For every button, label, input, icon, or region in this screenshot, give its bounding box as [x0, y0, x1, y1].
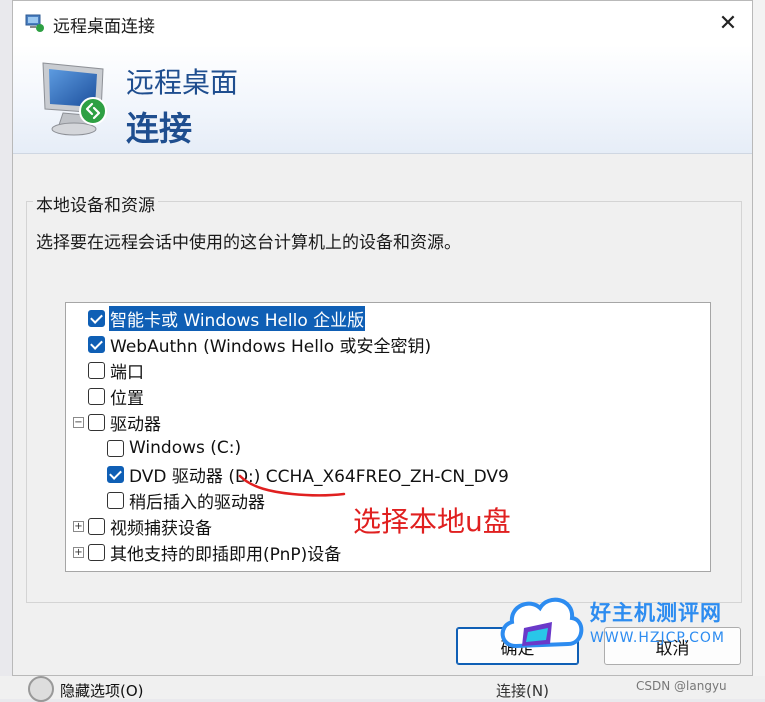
tree-item-label: Windows (C:)	[129, 438, 242, 458]
close-button[interactable]: ✕	[711, 7, 745, 39]
tree-item-label: 驱动器	[110, 414, 161, 435]
tree-item-video-capture[interactable]: 视频捕获设备	[88, 513, 213, 539]
watermark-url: WWW.HZJCP.COM	[590, 630, 725, 646]
window-title: 远程桌面连接	[53, 17, 155, 37]
checkbox-unchecked[interactable]	[107, 439, 124, 457]
background-window-edge	[753, 0, 765, 699]
tree-item-label: WebAuthn (Windows Hello 或安全密钥)	[110, 336, 432, 357]
tree-item-drives[interactable]: 驱动器	[88, 409, 162, 435]
tree-item-drive-c[interactable]: Windows (C:)	[107, 435, 242, 461]
checkbox-unchecked[interactable]	[88, 387, 105, 405]
checkbox-checked[interactable]	[107, 465, 124, 483]
tree-item-smartcard[interactable]: 智能卡或 Windows Hello 企业版	[88, 305, 366, 331]
credit-watermark: CSDN @langyu	[636, 679, 727, 693]
tree-item-label: 视频捕获设备	[110, 518, 212, 539]
tree-item-label: 智能卡或 Windows Hello 企业版	[109, 305, 366, 331]
expand-icon[interactable]: +	[73, 521, 84, 532]
checkbox-checked[interactable]	[88, 309, 105, 327]
collapse-icon[interactable]: −	[73, 417, 84, 428]
cloud-logo-icon	[500, 597, 584, 649]
tree-item-label: 端口	[110, 362, 144, 383]
checkbox-unchecked[interactable]	[88, 517, 105, 535]
checkbox-checked[interactable]	[88, 335, 105, 353]
title-bar: 远程桌面连接 ✕	[13, 1, 752, 45]
tree-item-webauthn[interactable]: WebAuthn (Windows Hello 或安全密钥)	[88, 331, 432, 357]
tree-item-pnp-devices[interactable]: 其他支持的即插即用(PnP)设备	[88, 539, 342, 565]
rdp-local-resources-dialog: 远程桌面连接 ✕ 远程桌面 连接 本地设备和资源 选择要在远程会话中使用的这台计…	[12, 0, 753, 676]
annotation-select-local-usb: 选择本地u盘	[353, 505, 511, 538]
checkbox-unchecked[interactable]	[88, 543, 105, 561]
annotation-underline-stroke	[238, 474, 346, 497]
background-hide-options-label[interactable]: 隐藏选项(O)	[60, 680, 144, 701]
background-connect-label[interactable]: 连接(N)	[496, 680, 549, 701]
group-description: 选择要在远程会话中使用的这台计算机上的设备和资源。	[36, 233, 461, 253]
banner-title-line1: 远程桌面	[126, 66, 239, 99]
dialog-banner: 远程桌面 连接	[13, 45, 752, 154]
watermark-brand: 好主机测评网	[590, 601, 722, 625]
tree-item-ports[interactable]: 端口	[88, 357, 145, 383]
background-window-bottom: 隐藏选项(O) 连接(N) CSDN @langyu	[0, 676, 765, 702]
remote-desktop-monitor-icon	[42, 62, 107, 136]
remote-desktop-icon	[25, 14, 44, 32]
tree-item-location[interactable]: 位置	[88, 383, 145, 409]
background-options-icon	[28, 676, 54, 702]
checkbox-unchecked[interactable]	[107, 491, 124, 509]
group-title: 本地设备和资源	[33, 191, 158, 216]
banner-title-line2: 连接	[126, 109, 192, 148]
tree-item-label: 其他支持的即插即用(PnP)设备	[110, 544, 342, 565]
tree-item-label: 位置	[110, 388, 144, 409]
close-icon: ✕	[718, 10, 738, 36]
checkbox-unchecked[interactable]	[88, 361, 105, 379]
expand-icon[interactable]: +	[73, 547, 84, 558]
checkbox-unchecked[interactable]	[88, 413, 105, 431]
